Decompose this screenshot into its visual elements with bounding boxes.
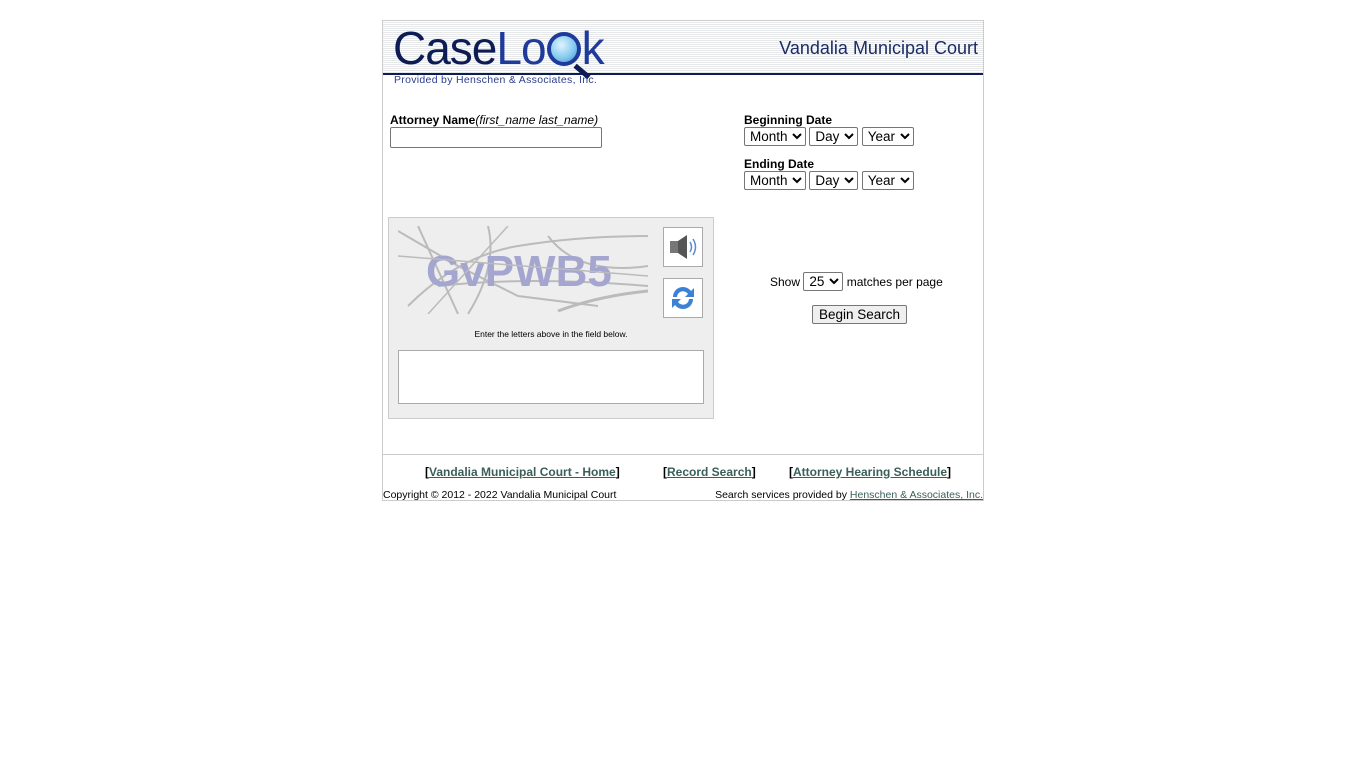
- nav-hearing-schedule: [Attorney Hearing Schedule]: [789, 465, 952, 479]
- per-page-select[interactable]: 25: [803, 272, 844, 291]
- home-link[interactable]: Vandalia Municipal Court - Home: [429, 465, 616, 479]
- nav-record-search: [Record Search]: [663, 465, 756, 479]
- hearing-schedule-link[interactable]: Attorney Hearing Schedule: [793, 465, 947, 479]
- logo-part: Case: [393, 22, 497, 74]
- ending-date-group: Ending Date Month Day Year: [744, 157, 914, 190]
- ending-date-label: Ending Date: [744, 157, 815, 171]
- captcha-box: GvPWB5 Enter the letters above in the fi…: [388, 217, 714, 419]
- end-month-select[interactable]: Month: [744, 171, 806, 190]
- footer: [Vandalia Municipal Court - Home] [Recor…: [383, 454, 983, 501]
- matches-label: matches per page: [846, 275, 943, 289]
- attorney-name-input[interactable]: [390, 127, 602, 148]
- magnifier-icon: [546, 32, 581, 66]
- provider-text: Search services provided by: [715, 489, 847, 501]
- captcha-image: GvPWB5: [398, 226, 648, 314]
- court-name: Vandalia Municipal Court: [779, 38, 978, 58]
- attorney-name-label: Attorney Name: [390, 113, 476, 127]
- header: CaseLo k Vandalia Municipal Court: [383, 21, 983, 75]
- caselook-logo: CaseLo k: [393, 22, 605, 74]
- attorney-name-hint: (first_name last_name): [475, 113, 599, 127]
- end-year-select[interactable]: Year: [861, 171, 914, 190]
- attorney-name-group: Attorney Name(first_name last_name): [390, 113, 602, 148]
- begin-month-select[interactable]: Month: [744, 127, 806, 146]
- record-search-link[interactable]: Record Search: [667, 465, 752, 479]
- audio-captcha-button[interactable]: [663, 227, 703, 267]
- nav-home: [Vandalia Municipal Court - Home]: [425, 465, 620, 479]
- captcha-instructions: Enter the letters above in the field bel…: [474, 329, 628, 339]
- per-page-group: Show 25 matches per page: [770, 272, 943, 291]
- begin-day-select[interactable]: Day: [809, 127, 859, 146]
- show-label: Show: [770, 275, 801, 289]
- beginning-date-group: Beginning Date Month Day Year: [744, 113, 914, 146]
- provider-credit: Search services provided by Henschen & A…: [715, 489, 983, 501]
- refresh-icon: [672, 287, 694, 309]
- provider-link[interactable]: Henschen & Associates, Inc.: [850, 489, 983, 501]
- begin-year-select[interactable]: Year: [861, 127, 914, 146]
- begin-search-button[interactable]: Begin Search: [812, 305, 908, 324]
- speaker-icon: [670, 235, 697, 259]
- end-day-select[interactable]: Day: [809, 171, 859, 190]
- copyright: Copyright © 2012 - 2022 Vandalia Municip…: [383, 489, 617, 501]
- page-container: CaseLo k Vandalia Municipal Court Provide…: [382, 20, 984, 501]
- provided-by: Provided by Henschen & Associates, Inc.: [394, 74, 598, 86]
- captcha-input[interactable]: [398, 350, 704, 404]
- refresh-captcha-button[interactable]: [663, 278, 703, 318]
- beginning-date-label: Beginning Date: [744, 113, 833, 127]
- logo-part: L: [496, 22, 522, 74]
